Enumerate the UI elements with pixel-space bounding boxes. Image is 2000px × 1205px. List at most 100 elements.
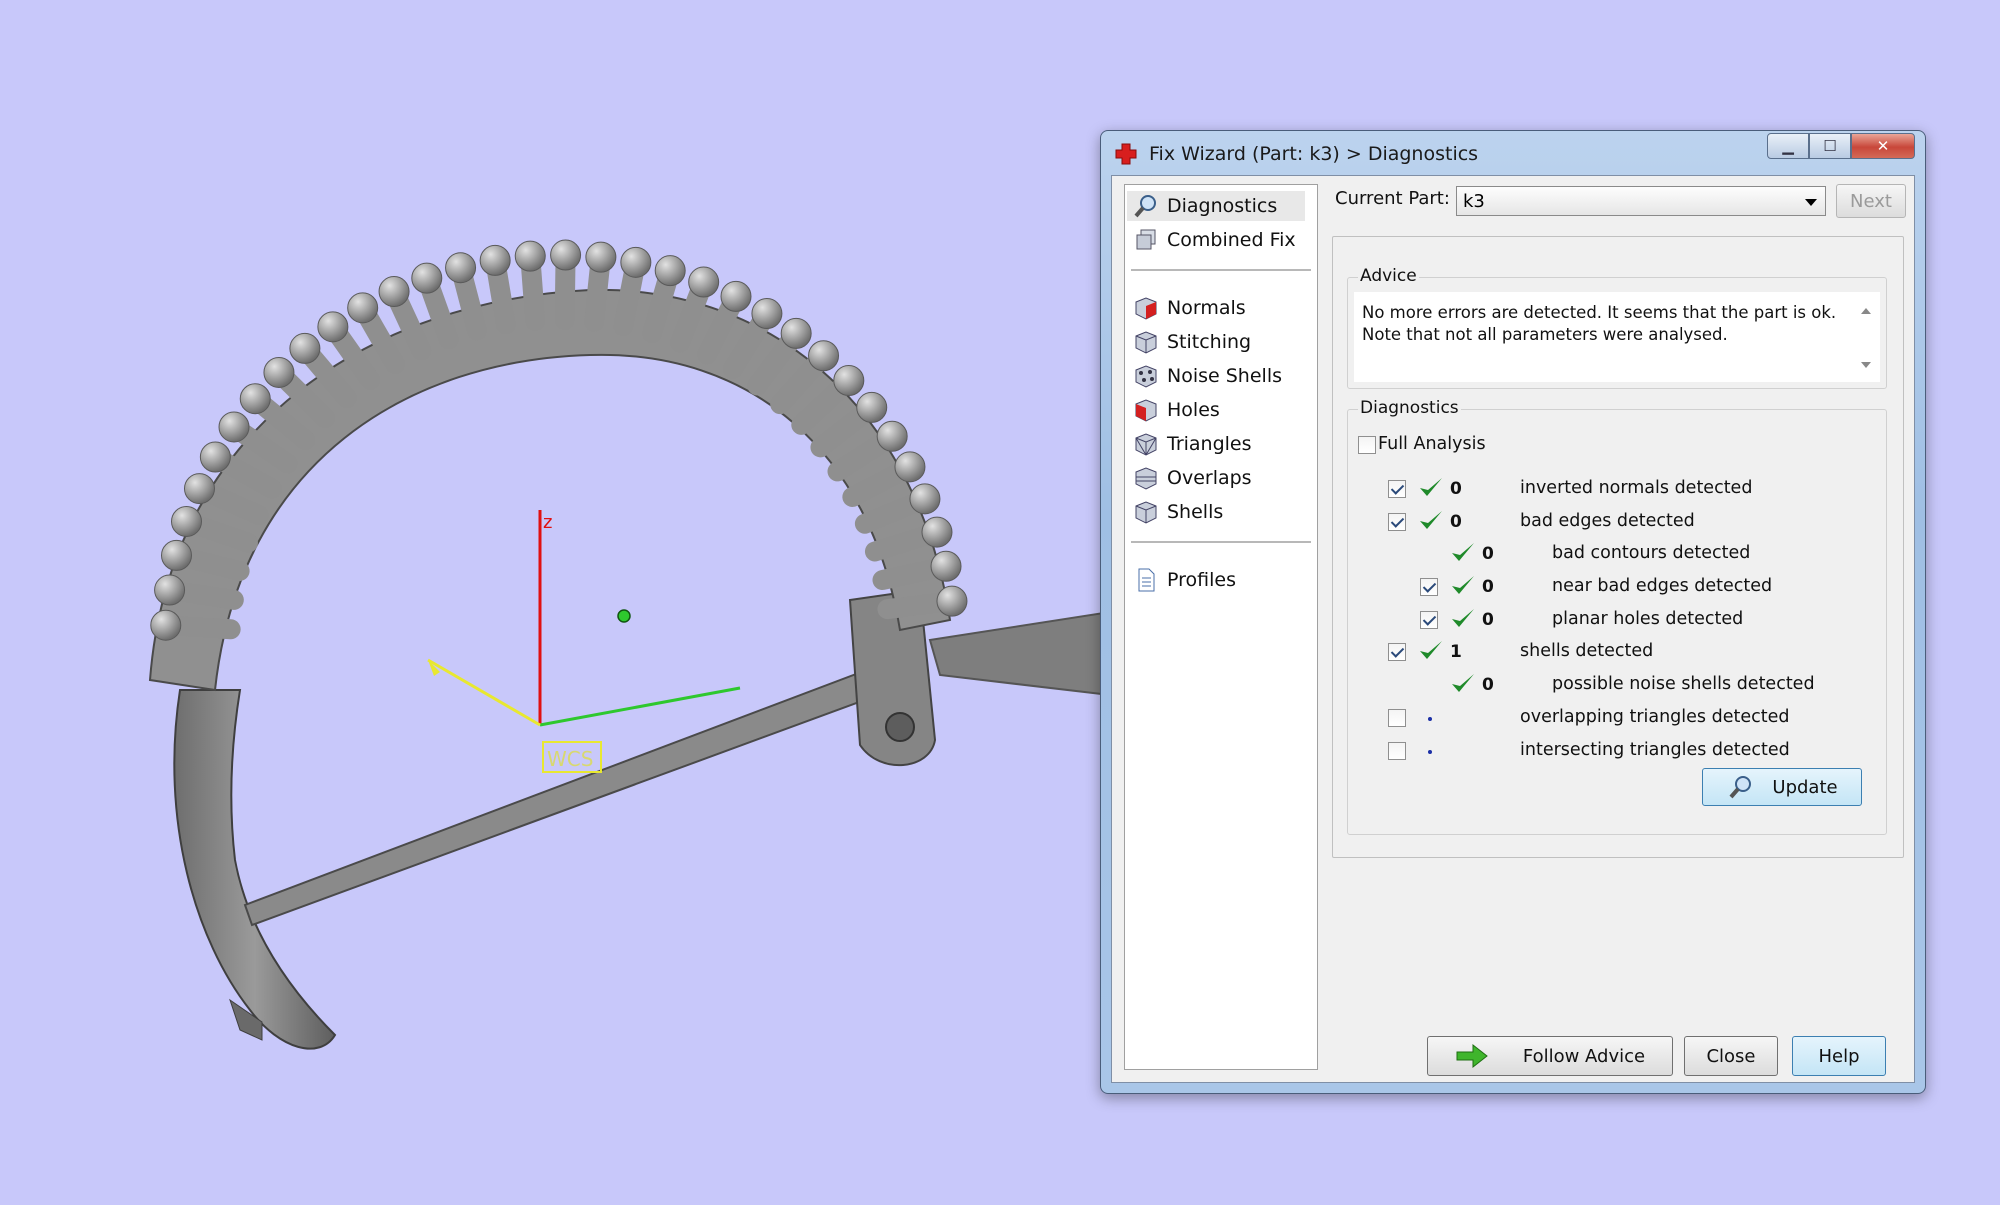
bead-knob	[909, 483, 941, 515]
advice-textbox[interactable]: No more errors are detected. It seems th…	[1354, 292, 1880, 382]
sidebar-item-label: Triangles	[1167, 433, 1252, 455]
diagnostic-count: 0	[1482, 577, 1494, 597]
follow-advice-button[interactable]: Follow Advice	[1427, 1036, 1673, 1076]
follow-advice-label: Follow Advice	[1522, 1045, 1646, 1067]
current-part-value: k3	[1463, 191, 1485, 212]
sidebar-item-holes[interactable]: Holes	[1127, 395, 1305, 425]
scroll-up-icon	[1861, 308, 1871, 314]
bead-knob	[199, 441, 231, 473]
sidebar-item-label: Profiles	[1167, 569, 1236, 591]
holes-cube-icon	[1135, 399, 1157, 422]
diagnostics-panel: Advice No more errors are detected. It s…	[1332, 236, 1904, 858]
sidebar-item-profiles[interactable]: Profiles	[1127, 565, 1305, 595]
minimize-button[interactable]: ▁	[1767, 133, 1809, 159]
sidebar-item-combined-fix[interactable]: Combined Fix	[1127, 225, 1305, 255]
diagnostics-group: Diagnostics Full Analysis 0 inverted norm…	[1347, 398, 1887, 835]
bead-knob	[289, 332, 321, 364]
maximize-button[interactable]: ☐	[1809, 133, 1851, 159]
close-window-button[interactable]: ✕	[1851, 133, 1915, 159]
shells-cube-icon	[1135, 501, 1157, 524]
sidebar-item-triangles[interactable]: Triangles	[1127, 429, 1305, 459]
diagnostic-checkbox[interactable]	[1388, 643, 1406, 661]
diagnostic-label: possible noise shells detected	[1552, 674, 1815, 694]
bead-knob	[654, 255, 686, 287]
diagnostic-count: 0	[1482, 610, 1494, 630]
diagnostic-checkbox[interactable]	[1388, 709, 1406, 727]
green-checkmark-icon	[1420, 478, 1442, 496]
advice-scrollbar[interactable]	[1858, 300, 1874, 376]
sidebar-item-normals[interactable]: Normals	[1127, 293, 1305, 323]
diagnostic-checkbox[interactable]	[1388, 742, 1406, 760]
bead-knob	[263, 356, 295, 388]
diagnostic-checkbox[interactable]	[1420, 611, 1438, 629]
scroll-down-icon	[1861, 362, 1871, 368]
noise-shells-icon	[1135, 365, 1157, 388]
bead-knob	[876, 420, 908, 452]
chevron-down-icon	[1805, 199, 1817, 206]
axis-y	[539, 686, 741, 727]
bead-knob	[585, 241, 617, 273]
sidebar-item-shells[interactable]: Shells	[1127, 497, 1305, 527]
diagnostic-count: 1	[1450, 642, 1462, 662]
diagnostic-label: shells detected	[1520, 641, 1654, 661]
dialog-client-area: Diagnostics Combined Fix Normals Stitchi…	[1111, 175, 1915, 1083]
axis-x	[427, 658, 541, 727]
help-button[interactable]: Help	[1792, 1036, 1886, 1076]
bead-knob	[720, 280, 752, 312]
bead-knob	[347, 292, 379, 324]
sidebar-item-label: Normals	[1167, 297, 1246, 319]
green-checkmark-icon	[1452, 609, 1474, 627]
bead-knob	[239, 383, 271, 415]
sidebar-item-label: Noise Shells	[1167, 365, 1282, 387]
diagnostic-count: 0	[1482, 544, 1494, 564]
sidebar-divider	[1131, 541, 1311, 544]
bead-knob	[150, 609, 182, 641]
sidebar-item-label: Holes	[1167, 399, 1220, 421]
diagnostic-checkbox[interactable]	[1420, 578, 1438, 596]
green-checkmark-icon	[1420, 511, 1442, 529]
sidebar-item-label: Stitching	[1167, 331, 1252, 353]
current-part-label: Current Part:	[1335, 188, 1450, 209]
sidebar-item-diagnostics[interactable]: Diagnostics	[1127, 191, 1305, 221]
full-analysis-label: Full Analysis	[1378, 434, 1486, 454]
full-analysis-checkbox[interactable]	[1358, 436, 1376, 454]
wizard-sidebar: Diagnostics Combined Fix Normals Stitchi…	[1124, 184, 1318, 1070]
bead-knob	[930, 550, 962, 582]
sidebar-item-overlaps[interactable]: Overlaps	[1127, 463, 1305, 493]
sidebar-item-label: Diagnostics	[1167, 195, 1278, 217]
bead-knob	[183, 473, 215, 505]
current-part-select[interactable]: k3	[1456, 186, 1826, 216]
minimize-icon: ▁	[1782, 137, 1794, 155]
advice-group: Advice No more errors are detected. It s…	[1347, 266, 1887, 389]
bead-knob	[688, 266, 720, 298]
green-checkmark-icon	[1452, 674, 1474, 692]
diagnostic-label: overlapping triangles detected	[1520, 707, 1790, 727]
sidebar-item-label: Shells	[1167, 501, 1224, 523]
diagnostic-label: inverted normals detected	[1520, 478, 1753, 498]
update-button[interactable]: Update	[1702, 768, 1862, 806]
rod	[243, 663, 894, 927]
diagnostic-label: near bad edges detected	[1552, 576, 1773, 596]
bead-knob	[894, 451, 926, 483]
bead-knob	[445, 252, 477, 284]
sidebar-item-label: Overlaps	[1167, 467, 1252, 489]
diagnostic-checkbox[interactable]	[1388, 513, 1406, 531]
bead-knob	[411, 262, 443, 294]
title-bar[interactable]: Fix Wizard (Part: k3) > Diagnostics ▁ ☐ …	[1101, 131, 1925, 173]
diagnostic-count: 0	[1450, 479, 1462, 499]
curved-band	[173, 689, 337, 1050]
axis-z-label: z	[543, 512, 552, 533]
bead-knob	[751, 298, 783, 330]
diagnostics-legend: Diagnostics	[1358, 398, 1461, 418]
sidebar-divider	[1131, 269, 1311, 272]
bead-knob	[833, 365, 865, 397]
bead-knob	[170, 505, 202, 537]
green-checkmark-icon	[1420, 641, 1442, 659]
pivot-point	[617, 609, 631, 623]
bead-knob	[856, 391, 888, 423]
sidebar-item-noise-shells[interactable]: Noise Shells	[1127, 361, 1305, 391]
diagnostic-checkbox[interactable]	[1388, 480, 1406, 498]
sidebar-item-stitching[interactable]: Stitching	[1127, 327, 1305, 357]
next-button[interactable]: Next	[1836, 184, 1906, 218]
close-button[interactable]: Close	[1684, 1036, 1778, 1076]
